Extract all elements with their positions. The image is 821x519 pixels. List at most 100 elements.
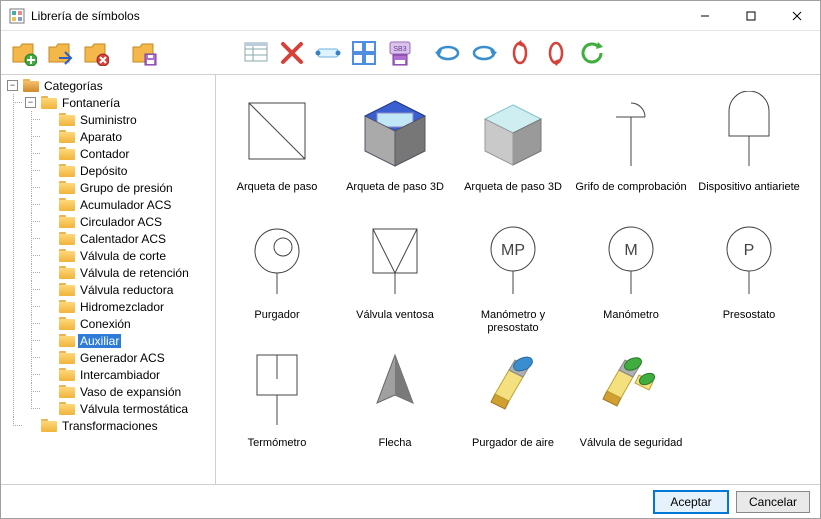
- symbol-thumbnail: [583, 83, 679, 179]
- category-tree[interactable]: −Categorías−FontaneríaSuministroAparatoC…: [1, 75, 216, 484]
- ok-button[interactable]: Aceptar: [654, 491, 728, 513]
- symbol-label: Arqueta de paso: [237, 181, 318, 207]
- tree-item[interactable]: Válvula de retención: [41, 264, 215, 281]
- tree-group-label: Transformaciones: [60, 419, 160, 433]
- tree-item[interactable]: Válvula reductora: [41, 281, 215, 298]
- rotate-cw-x-button[interactable]: [469, 38, 499, 68]
- tree-item[interactable]: Calentador ACS: [41, 230, 215, 247]
- rotate-ccw-y-button[interactable]: [505, 38, 535, 68]
- folder-icon: [59, 317, 75, 330]
- tile-view-button[interactable]: [349, 38, 379, 68]
- tree-root-label: Categorías: [42, 79, 105, 93]
- symbol-item[interactable]: Purgador de aire: [454, 337, 572, 465]
- rotate-cw-y-button[interactable]: [541, 38, 571, 68]
- tree-item[interactable]: Aparato: [41, 128, 215, 145]
- symbol-label: Grifo de comprobación: [575, 181, 686, 207]
- expander-icon[interactable]: −: [25, 97, 36, 108]
- tree-item-label: Depósito: [78, 164, 129, 178]
- tree-item[interactable]: Circulador ACS: [41, 213, 215, 230]
- close-button[interactable]: [774, 1, 820, 30]
- symbol-label: Manómetro y presostato: [456, 309, 570, 335]
- folder-icon: [59, 283, 75, 296]
- symbol-item[interactable]: Presostato: [690, 209, 808, 337]
- delete-symbol-button[interactable]: [277, 38, 307, 68]
- tree-item[interactable]: Acumulador ACS: [41, 196, 215, 213]
- caption-button[interactable]: [313, 38, 343, 68]
- symbol-thumbnail: [583, 339, 679, 435]
- minimize-button[interactable]: [682, 1, 728, 30]
- folder-open-button[interactable]: [45, 38, 75, 68]
- tree-item-label: Válvula reductora: [78, 283, 175, 297]
- sb3-save-button[interactable]: SB3: [385, 38, 415, 68]
- tree-item-label: Intercambiador: [78, 368, 162, 382]
- collapse-icon[interactable]: −: [7, 80, 18, 91]
- maximize-button[interactable]: [728, 1, 774, 30]
- folder-icon: [59, 181, 75, 194]
- symbol-item[interactable]: Manómetro y presostato: [454, 209, 572, 337]
- tree-group-item[interactable]: − Fontanería: [23, 94, 215, 111]
- folder-icon: [59, 249, 75, 262]
- refresh-button[interactable]: [577, 38, 607, 68]
- tree-item[interactable]: Depósito: [41, 162, 215, 179]
- symbol-item[interactable]: Flecha: [336, 337, 454, 465]
- symbol-thumbnail: [465, 339, 561, 435]
- table-browse-button[interactable]: [241, 38, 271, 68]
- tree-item-label: Válvula de retención: [78, 266, 191, 280]
- symbol-label: Arqueta de paso 3D: [464, 181, 562, 207]
- symbol-label: Arqueta de paso 3D: [346, 181, 444, 207]
- folder-icon: [59, 232, 75, 245]
- tree-item-label: Grupo de presión: [78, 181, 175, 195]
- tree-item[interactable]: Contador: [41, 145, 215, 162]
- folder-icon: [59, 198, 75, 211]
- tree-item[interactable]: Válvula termostática: [41, 400, 215, 417]
- tree-item-label: Calentador ACS: [78, 232, 168, 246]
- folder-icon: [59, 368, 75, 381]
- folder-icon: [59, 215, 75, 228]
- folder-add-button[interactable]: [9, 38, 39, 68]
- folder-save-button[interactable]: [129, 38, 159, 68]
- folder-delete-button[interactable]: [81, 38, 111, 68]
- symbol-label: Válvula de seguridad: [580, 437, 683, 463]
- symbol-item[interactable]: Arqueta de paso: [218, 81, 336, 209]
- dialog-footer: Aceptar Cancelar: [1, 484, 820, 518]
- symbol-thumbnail: [701, 211, 797, 307]
- symbol-item[interactable]: Arqueta de paso 3D: [454, 81, 572, 209]
- folder-icon: [41, 96, 57, 109]
- symbol-item[interactable]: Dispositivo antiariete: [690, 81, 808, 209]
- folder-icon: [59, 385, 75, 398]
- symbol-item[interactable]: Manómetro: [572, 209, 690, 337]
- tree-item-label: Conexión: [78, 317, 133, 331]
- tree-item-label: Hidromezclador: [78, 300, 166, 314]
- rotate-ccw-x-button[interactable]: [433, 38, 463, 68]
- symbol-item[interactable]: Grifo de comprobación: [572, 81, 690, 209]
- tree-item-label: Válvula termostática: [78, 402, 190, 416]
- tree-item-label: Acumulador ACS: [78, 198, 173, 212]
- tree-item[interactable]: Suministro: [41, 111, 215, 128]
- tree-item-label: Válvula de corte: [78, 249, 168, 263]
- tree-item[interactable]: Vaso de expansión: [41, 383, 215, 400]
- symbol-label: Manómetro: [603, 309, 659, 335]
- tree-root-item[interactable]: − Categorías: [5, 77, 215, 94]
- tree-item[interactable]: Generador ACS: [41, 349, 215, 366]
- symbol-label: Presostato: [723, 309, 776, 335]
- tree-item-label: Suministro: [78, 113, 139, 127]
- toolbar: SB3: [1, 31, 820, 75]
- cancel-button[interactable]: Cancelar: [736, 491, 810, 513]
- symbol-item[interactable]: Válvula de seguridad: [572, 337, 690, 465]
- symbol-thumbnail: [229, 83, 325, 179]
- symbol-label: Purgador: [254, 309, 299, 335]
- tree-group-label: Fontanería: [60, 96, 122, 110]
- symbol-label: Purgador de aire: [472, 437, 554, 463]
- tree-item[interactable]: Conexión: [41, 315, 215, 332]
- tree-group-item[interactable]: Transformaciones: [23, 417, 215, 434]
- symbol-item[interactable]: Termómetro: [218, 337, 336, 465]
- tree-item[interactable]: Auxiliar: [41, 332, 215, 349]
- tree-item[interactable]: Válvula de corte: [41, 247, 215, 264]
- symbol-item[interactable]: Purgador: [218, 209, 336, 337]
- tree-item[interactable]: Intercambiador: [41, 366, 215, 383]
- symbol-item[interactable]: Válvula ventosa: [336, 209, 454, 337]
- folder-icon: [59, 130, 75, 143]
- symbol-item[interactable]: Arqueta de paso 3D: [336, 81, 454, 209]
- tree-item[interactable]: Hidromezclador: [41, 298, 215, 315]
- tree-item[interactable]: Grupo de presión: [41, 179, 215, 196]
